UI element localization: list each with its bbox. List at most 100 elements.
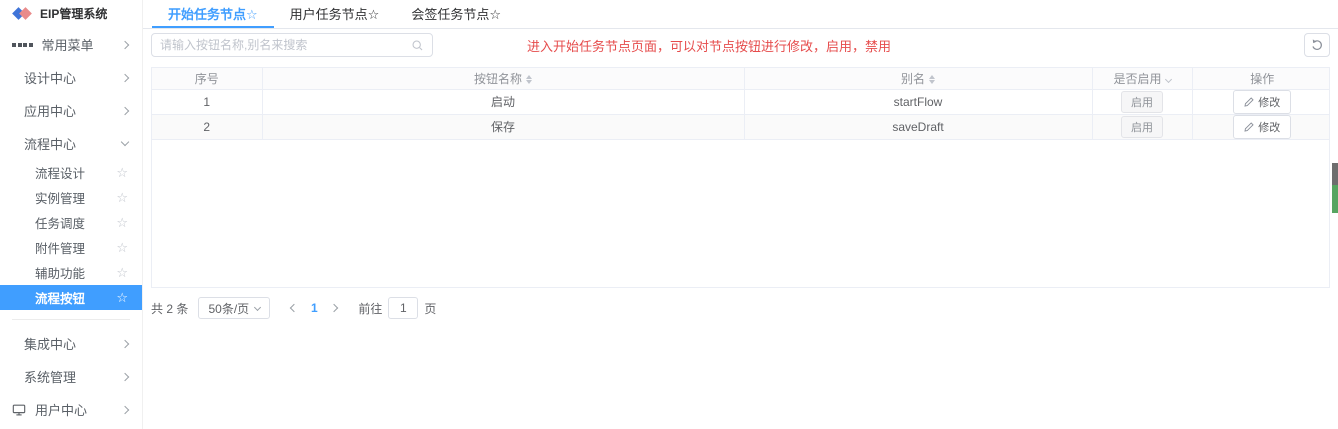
sidebar-item-label: 实例管理	[35, 192, 86, 206]
tab-start-task-node[interactable]: 开始任务节点☆	[152, 0, 274, 28]
sidebar-item-process-button[interactable]: 流程按钮 ☆	[0, 285, 142, 310]
star-icon[interactable]: ☆	[116, 240, 128, 256]
sidebar-item-label: 流程中心	[24, 137, 77, 152]
tab-countersign-task-node[interactable]: 会签任务节点☆	[395, 0, 517, 28]
chevron-left-icon	[290, 303, 299, 313]
goto-label: 前往	[358, 301, 383, 316]
cell-enabled: 启用	[1092, 114, 1193, 140]
search-input[interactable]	[160, 38, 411, 52]
sidebar-item-process-design[interactable]: 流程设计 ☆	[0, 160, 142, 185]
main-area: 开始任务节点☆ 用户任务节点☆ 会签任务节点☆ 进入开始任务节点页面，可以对节点…	[143, 0, 1338, 429]
sidebar-item-process-center[interactable]: 流程中心	[0, 127, 142, 160]
chevron-right-icon	[120, 405, 130, 414]
sidebar-item-label: 流程设计	[35, 167, 86, 181]
content: 进入开始任务节点页面，可以对节点按钮进行修改，启用，禁用 序号 按钮名称 别名	[143, 29, 1338, 429]
pencil-icon	[1244, 96, 1254, 107]
next-page-button[interactable]	[324, 297, 344, 319]
table-row: 1 启动 startFlow 启用 修改	[152, 89, 1329, 115]
page-number[interactable]: 1	[304, 301, 324, 315]
sidebar-item-label: 辅助功能	[35, 267, 86, 281]
col-header-action: 操作	[1192, 68, 1329, 90]
sidebar-item-design-center[interactable]: 设计中心	[0, 61, 142, 94]
tab-user-task-node[interactable]: 用户任务节点☆	[274, 0, 396, 28]
enabled-toggle-button[interactable]: 启用	[1121, 115, 1163, 138]
sidebar-item-label: 应用中心	[24, 104, 77, 119]
sidebar-item-label: 附件管理	[35, 242, 86, 256]
sidebar-item-app-center[interactable]: 应用中心	[0, 94, 142, 127]
edit-button[interactable]: 修改	[1233, 89, 1292, 114]
sidebar: EIP管理系统 常用菜单 设计中心 应用中心 流程中心 流程设计 ☆ 实例管理 …	[0, 0, 143, 429]
sidebar-item-aux-function[interactable]: 辅助功能 ☆	[0, 260, 142, 285]
sidebar-item-label: 常用菜单	[41, 38, 94, 53]
sidebar-item-system-manage[interactable]: 系统管理	[0, 360, 142, 393]
page-size-select[interactable]: 50条/页	[198, 297, 271, 319]
sort-caret-icon[interactable]	[929, 75, 935, 85]
filter-chevron-icon[interactable]	[1164, 76, 1172, 84]
edge-widget-gray-handle[interactable]	[1332, 163, 1338, 185]
star-icon[interactable]: ☆	[116, 290, 128, 306]
edit-button[interactable]: 修改	[1233, 114, 1292, 139]
star-icon[interactable]: ☆	[116, 190, 128, 206]
app-title: EIP管理系统	[40, 6, 108, 21]
toolbar: 进入开始任务节点页面，可以对节点按钮进行修改，启用，禁用	[151, 33, 1330, 62]
table-row: 2 保存 saveDraft 启用 修改	[152, 114, 1329, 140]
pagination-bar: 共 2 条 50条/页 1 前往 页	[151, 297, 1330, 319]
sidebar-item-label: 流程按钮	[35, 292, 86, 306]
sidebar-item-user-center[interactable]: 用户中心	[0, 393, 142, 426]
chevron-right-icon	[120, 339, 130, 348]
cell-button-name: 保存	[262, 114, 745, 140]
sidebar-item-label: 任务调度	[35, 217, 86, 231]
refresh-button[interactable]	[1304, 33, 1330, 57]
cell-alias: startFlow	[744, 89, 1093, 115]
page-unit-label: 页	[424, 301, 437, 316]
col-header-index: 序号	[152, 68, 263, 90]
cell-alias: saveDraft	[744, 114, 1093, 140]
sort-caret-icon[interactable]	[526, 75, 532, 85]
col-header-button-name[interactable]: 按钮名称	[262, 68, 745, 90]
enabled-toggle-button[interactable]: 启用	[1121, 90, 1163, 113]
sidebar-item-instance-manage[interactable]: 实例管理 ☆	[0, 185, 142, 210]
pencil-icon	[1244, 121, 1254, 132]
edge-widget-green-handle[interactable]	[1332, 185, 1338, 213]
sidebar-item-label: 设计中心	[24, 71, 77, 86]
chevron-right-icon	[120, 106, 130, 115]
page-notice-text: 进入开始任务节点页面，可以对节点按钮进行修改，启用，禁用	[527, 39, 892, 54]
search-box[interactable]	[151, 33, 433, 57]
tab-bar: 开始任务节点☆ 用户任务节点☆ 会签任务节点☆	[143, 0, 1338, 29]
chevron-down-icon	[254, 303, 262, 311]
col-header-enabled[interactable]: 是否启用	[1092, 68, 1193, 90]
cell-enabled: 启用	[1092, 89, 1193, 115]
chevron-right-icon	[120, 73, 130, 82]
sidebar-item-label: 集成中心	[24, 337, 77, 352]
sidebar-item-attachment-manage[interactable]: 附件管理 ☆	[0, 235, 142, 260]
sidebar-item-label: 用户中心	[35, 403, 88, 418]
chevron-right-icon	[120, 40, 130, 49]
star-icon[interactable]: ☆	[116, 165, 128, 181]
chevron-right-icon	[330, 303, 339, 313]
refresh-icon	[1310, 38, 1324, 52]
sidebar-item-common-menu[interactable]: 常用菜单	[0, 28, 142, 61]
app-window: EIP管理系统 常用菜单 设计中心 应用中心 流程中心 流程设计 ☆ 实例管理 …	[0, 0, 1338, 429]
monitor-icon	[12, 403, 26, 417]
grid-icon	[12, 42, 33, 47]
col-header-alias[interactable]: 别名	[744, 68, 1093, 90]
app-logo: EIP管理系统	[0, 0, 142, 26]
table-header-row: 序号 按钮名称 别名 是否启用 操作	[152, 68, 1329, 90]
prev-page-button[interactable]	[284, 297, 304, 319]
pagination-total: 共 2 条	[151, 301, 189, 316]
cell-button-name: 启动	[262, 89, 745, 115]
star-icon[interactable]: ☆	[116, 265, 128, 281]
star-icon[interactable]: ☆	[116, 215, 128, 231]
sidebar-item-task-schedule[interactable]: 任务调度 ☆	[0, 210, 142, 235]
goto-page-input[interactable]	[388, 297, 419, 319]
data-table: 序号 按钮名称 别名 是否启用 操作 1 启动 startFlow 启用 修改 …	[151, 67, 1330, 288]
cell-index: 1	[152, 89, 263, 115]
sidebar-item-integration-center[interactable]: 集成中心	[0, 327, 142, 360]
cell-action: 修改	[1192, 114, 1329, 140]
chevron-right-icon	[120, 372, 130, 381]
chevron-down-icon	[120, 137, 130, 147]
logo-diamond-red-icon	[19, 6, 32, 20]
floating-edge-widget[interactable]	[1332, 163, 1338, 213]
search-icon	[411, 39, 424, 52]
sidebar-divider	[12, 319, 130, 320]
